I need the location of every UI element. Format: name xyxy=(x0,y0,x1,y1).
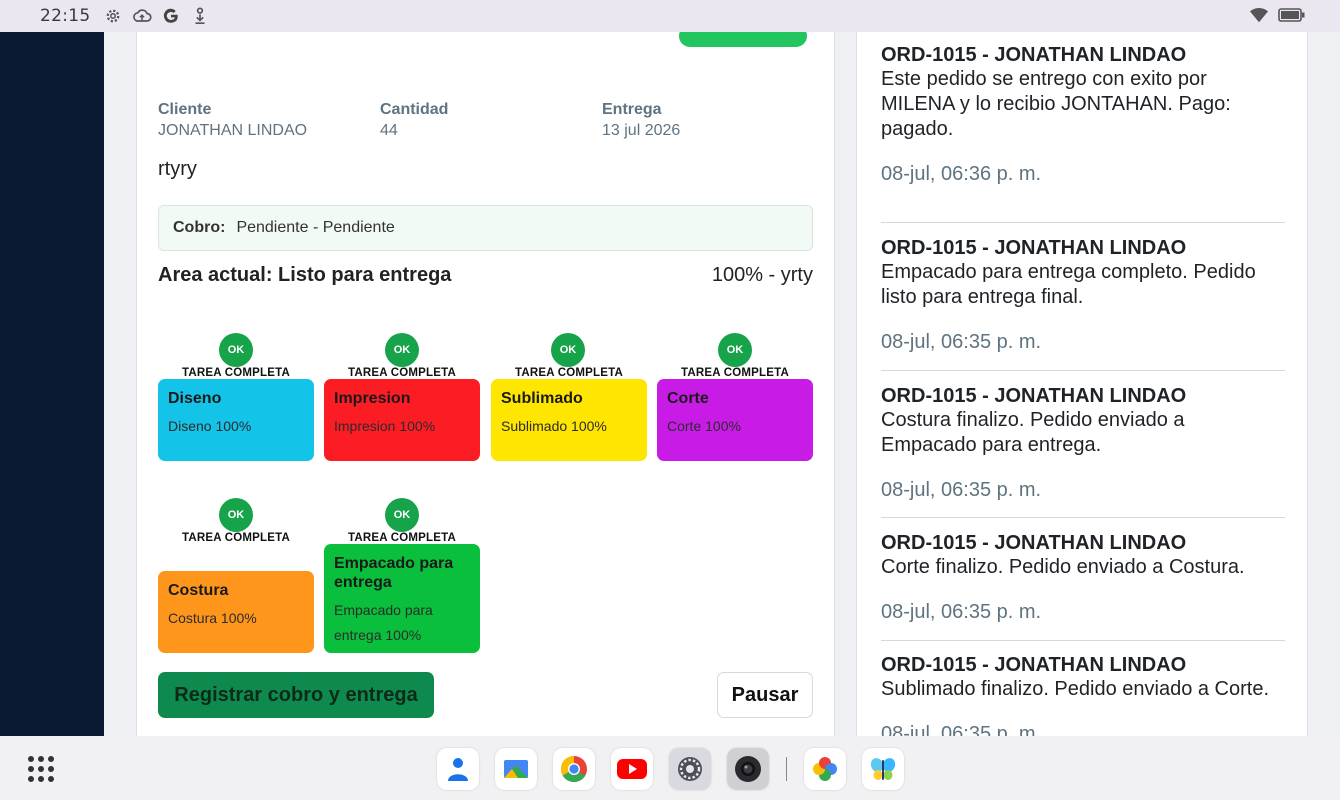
task-card-impresion[interactable]: Impresion Impresion 100% xyxy=(324,379,480,461)
cobro-value: Pendiente - Pendiente xyxy=(236,219,395,236)
app-drawer-icon[interactable] xyxy=(28,756,54,782)
task-card-costura[interactable]: Costura Costura 100% xyxy=(158,571,314,653)
order-detail-card: Cliente JONATHAN LINDAO Cantidad 44 Entr… xyxy=(136,32,835,736)
cobro-box: Cobro: Pendiente - Pendiente xyxy=(158,205,813,251)
task-name: Corte xyxy=(667,390,709,407)
pause-button[interactable]: Pausar xyxy=(717,672,813,718)
task-status-label: TAREA COMPLETA xyxy=(515,367,623,379)
google-icon xyxy=(161,6,181,26)
cobro-label: Cobro: xyxy=(173,219,226,236)
history-entry-time: 08-jul, 06:35 p. m. xyxy=(881,723,1042,736)
task-name: Diseno xyxy=(168,390,222,407)
field-label: Cliente xyxy=(158,101,212,118)
history-entry: ORD-1015 - JONATHAN LINDAO Corte finaliz… xyxy=(881,531,1285,624)
main-area: Cliente JONATHAN LINDAO Cantidad 44 Entr… xyxy=(104,32,1340,736)
files-icon[interactable] xyxy=(495,748,537,790)
ok-badge: OK xyxy=(219,333,253,367)
ok-badge: OK xyxy=(718,333,752,367)
history-divider xyxy=(881,222,1285,223)
status-time: 22:15 xyxy=(40,6,91,26)
task-card-sublimado[interactable]: Sublimado Sublimado 100% xyxy=(491,379,647,461)
field-cantidad: Cantidad 44 xyxy=(380,101,448,140)
battery-icon xyxy=(1278,7,1306,28)
butterfly-app-icon[interactable] xyxy=(862,748,904,790)
history-entry-time: 08-jul, 06:35 p. m. xyxy=(881,331,1042,353)
task-status-label: TAREA COMPLETA xyxy=(348,367,456,379)
download-icon xyxy=(190,6,210,26)
task-detail: Corte 100% xyxy=(667,418,741,434)
task-detail: Diseno 100% xyxy=(168,418,252,434)
history-entry-text: Corte finalizo. Pedido enviado a Costura… xyxy=(881,556,1245,578)
history-entry-title: ORD-1015 - JONATHAN LINDAO xyxy=(881,385,1187,407)
ok-badge: OK xyxy=(385,333,419,367)
progress-text: 100% - yrty xyxy=(711,264,813,286)
history-panel: ORD-1015 - JONATHAN LINDAO Este pedido s… xyxy=(856,32,1308,736)
field-label: Entrega xyxy=(602,101,662,118)
task-status-label: TAREA COMPLETA xyxy=(182,367,290,379)
field-value: JONATHAN LINDAO xyxy=(158,122,308,139)
history-entry-time: 08-jul, 06:35 p. m. xyxy=(881,479,1042,501)
history-divider xyxy=(881,517,1285,518)
task-detail: Empacado para entrega 100% xyxy=(334,602,433,643)
ok-badge: OK xyxy=(219,498,253,532)
task-card-diseno[interactable]: Diseno Diseno 100% xyxy=(158,379,314,461)
status-bar: 22:15 xyxy=(0,0,1340,32)
field-entrega: Entrega 13 jul 2026 xyxy=(602,101,680,140)
task-status-label: TAREA COMPLETA xyxy=(182,532,290,544)
photos-icon[interactable] xyxy=(804,748,846,790)
task-card-empacado[interactable]: Empacado para entrega Empacado para entr… xyxy=(324,544,480,653)
history-entry: ORD-1015 - JONATHAN LINDAO Sublimado fin… xyxy=(881,653,1285,736)
youtube-icon[interactable] xyxy=(611,748,653,790)
task-detail: Costura 100% xyxy=(168,610,257,626)
history-entry-text: Sublimado finalizo. Pedido enviado a Cor… xyxy=(881,678,1270,700)
ok-badge: OK xyxy=(385,498,419,532)
history-entry-title: ORD-1015 - JONATHAN LINDAO xyxy=(881,44,1187,66)
wifi-icon xyxy=(1248,6,1270,29)
history-entry-title: ORD-1015 - JONATHAN LINDAO xyxy=(881,532,1187,554)
history-entry-time: 08-jul, 06:36 p. m. xyxy=(881,163,1042,185)
settings-icon[interactable] xyxy=(669,748,711,790)
field-value: 13 jul 2026 xyxy=(602,122,681,139)
task-status-label: TAREA COMPLETA xyxy=(681,367,789,379)
field-value: 44 xyxy=(380,122,398,139)
settings-gear-icon xyxy=(103,6,123,26)
history-entry-time: 08-jul, 06:35 p. m. xyxy=(881,601,1042,623)
contacts-icon[interactable] xyxy=(437,748,479,790)
task-name: Sublimado xyxy=(501,390,583,407)
history-entry-text: Este pedido se entrego con exito por MIL… xyxy=(881,68,1231,140)
camera-icon[interactable] xyxy=(727,748,769,790)
register-payment-delivery-button[interactable]: Registrar cobro y entrega xyxy=(158,672,434,718)
task-card-corte[interactable]: Corte Corte 100% xyxy=(657,379,813,461)
task-name: Impresion xyxy=(334,390,411,407)
history-entry: ORD-1015 - JONATHAN LINDAO Este pedido s… xyxy=(881,43,1285,186)
order-notes: rtyry xyxy=(158,158,197,180)
cloud-upload-icon xyxy=(132,6,152,26)
area-actual: Area actual: Listo para entrega xyxy=(158,264,452,286)
task-name: Costura xyxy=(168,582,229,599)
task-name: Empacado para entrega xyxy=(334,555,454,591)
taskbar xyxy=(0,736,1340,800)
history-entry-title: ORD-1015 - JONATHAN LINDAO xyxy=(881,654,1187,676)
ok-badge: OK xyxy=(551,333,585,367)
field-cliente: Cliente JONATHAN LINDAO xyxy=(158,101,307,140)
history-entry: ORD-1015 - JONATHAN LINDAO Empacado para… xyxy=(881,236,1285,354)
taskbar-divider xyxy=(786,757,787,781)
history-divider xyxy=(881,640,1285,641)
history-entry: ORD-1015 - JONATHAN LINDAO Costura final… xyxy=(881,384,1285,502)
history-entry-text: Empacado para entrega completo. Pedido l… xyxy=(881,261,1256,308)
status-pill xyxy=(679,32,807,47)
history-entry-text: Costura finalizo. Pedido enviado a Empac… xyxy=(881,409,1185,456)
history-divider xyxy=(881,370,1285,371)
history-entry-title: ORD-1015 - JONATHAN LINDAO xyxy=(881,237,1187,259)
field-label: Cantidad xyxy=(380,101,449,118)
left-sidebar xyxy=(0,32,104,736)
task-status-label: TAREA COMPLETA xyxy=(348,532,456,544)
task-detail: Impresion 100% xyxy=(334,418,436,434)
chrome-icon[interactable] xyxy=(553,748,595,790)
task-detail: Sublimado 100% xyxy=(501,418,607,434)
